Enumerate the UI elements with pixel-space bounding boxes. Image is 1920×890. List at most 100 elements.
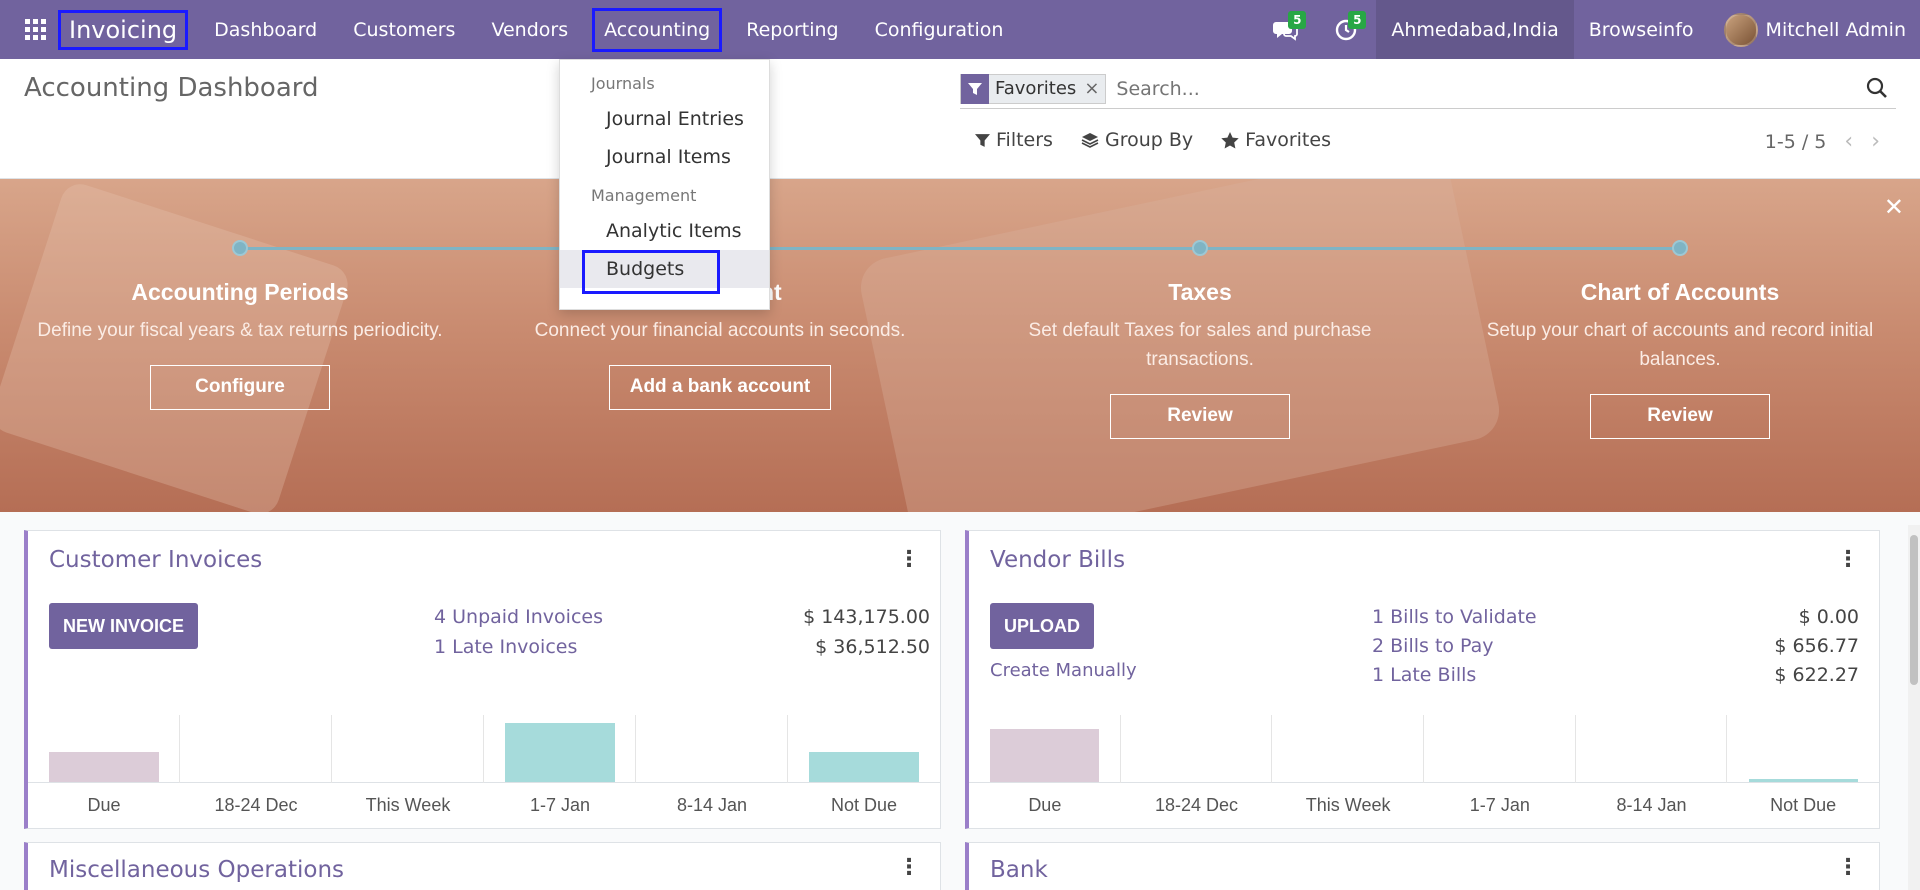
filters-button[interactable]: Filters [975, 129, 1053, 151]
bills-graph: Due 18-24 Dec This Week 1-7 Jan 8-14 Jan Not … [969, 715, 1879, 828]
menu-dashboard[interactable]: Dashboard [196, 0, 335, 59]
customer-invoices-card: Customer Invoices ⋮ NEW INVOICE 4 Unpaid… [24, 530, 941, 829]
card-title[interactable]: Miscellaneous Operations [49, 857, 344, 883]
kebab-menu-icon[interactable]: ⋮ [898, 547, 920, 572]
group-by-button[interactable]: Group By [1081, 129, 1193, 151]
group-by-label: Group By [1104, 129, 1194, 151]
menu-analytic-items[interactable]: Analytic Items [560, 212, 769, 250]
timeline-dot [232, 240, 248, 256]
user-avatar[interactable] [1723, 12, 1758, 47]
misc-operations-card: Miscellaneous Operations ⋮ [24, 842, 941, 890]
bills-to-pay-link[interactable]: 2 Bills to Pay [1372, 635, 1494, 657]
graph-area [28, 715, 940, 783]
website-link[interactable]: Browseinfo [1574, 19, 1709, 41]
graph-label: 18-24 Dec [1154, 795, 1239, 815]
scrollbar-thumb[interactable] [1910, 535, 1918, 685]
late-bills-link[interactable]: 1 Late Bills [1372, 664, 1476, 686]
graph-label: Due [87, 795, 121, 815]
late-invoices-amount: $ 36,512.50 [815, 636, 930, 658]
page-scrollbar[interactable] [1908, 525, 1920, 890]
graph-column [1727, 715, 1879, 783]
menu-configuration[interactable]: Configuration [857, 0, 1022, 59]
menu-customers[interactable]: Customers [335, 0, 473, 59]
late-invoices-link[interactable]: 1 Late Invoices [434, 636, 577, 658]
step-title: Chart of Accounts [1580, 279, 1780, 305]
messages-button[interactable]: 5 [1256, 0, 1316, 59]
review-chart-button[interactable]: Review [1590, 394, 1770, 439]
filter-icon [961, 73, 989, 104]
graph-label: 8-14 Jan [1616, 795, 1687, 815]
create-manually-link[interactable]: Create Manually [990, 660, 1137, 681]
graph-bar[interactable] [49, 752, 159, 782]
pager-previous-icon[interactable]: ‹ [1844, 129, 1853, 154]
facet-remove-icon[interactable]: × [1082, 78, 1105, 99]
graph-label: This Week [365, 795, 451, 815]
activities-button[interactable]: 5 [1316, 0, 1376, 59]
graph-label: 8-14 Jan [676, 795, 748, 815]
graph-bar[interactable] [990, 729, 1100, 782]
unpaid-invoices-link[interactable]: 4 Unpaid Invoices [434, 606, 603, 628]
search-input[interactable] [1116, 77, 1817, 100]
card-title[interactable]: Vendor Bills [990, 547, 1125, 573]
new-invoice-button[interactable]: NEW INVOICE [49, 603, 199, 649]
graph-label: Not Due [830, 795, 898, 815]
graph-labels: Due 18-24 Dec This Week 1-7 Jan 8-14 Jan Not … [28, 795, 940, 819]
dropdown-section-journals: Journals [591, 74, 655, 93]
graph-bar[interactable] [809, 752, 919, 782]
stat-row: 4 Unpaid Invoices $ 143,175.00 [434, 606, 930, 628]
close-icon[interactable]: ✕ [1884, 193, 1904, 221]
search-facet: Favorites × [960, 73, 1107, 104]
kebab-menu-icon[interactable]: ⋮ [1837, 855, 1859, 880]
search-bar: Favorites × [960, 69, 1896, 109]
user-menu[interactable]: Mitchell Admin [1766, 19, 1906, 41]
menu-vendors[interactable]: Vendors [473, 0, 586, 59]
kebab-menu-icon[interactable]: ⋮ [1837, 547, 1859, 572]
favorites-label: Favorites [1245, 129, 1331, 151]
graph-column [332, 715, 484, 783]
messages-badge: 5 [1288, 11, 1307, 29]
add-bank-account-button[interactable]: Add a bank account [608, 365, 832, 410]
card-title[interactable]: Bank [990, 857, 1048, 883]
step-title: Accounting Periods [131, 279, 349, 305]
top-navbar: Invoicing Dashboard Customers Vendors Ac… [0, 0, 1920, 59]
dropdown-section-management: Management [591, 186, 697, 205]
menu-journal-items[interactable]: Journal Items [560, 138, 769, 176]
graph-column [1424, 715, 1576, 783]
graph-column [180, 715, 332, 783]
late-bills-amount: $ 622.27 [1774, 664, 1859, 686]
app-brand[interactable]: Invoicing [58, 9, 189, 50]
pager-value[interactable]: 1-5 / 5 [1765, 131, 1827, 153]
favorites-button[interactable]: Favorites [1221, 129, 1331, 151]
layers-icon [1081, 133, 1099, 148]
graph-bar[interactable] [505, 722, 615, 782]
activities-badge: 5 [1348, 11, 1367, 29]
menu-journal-entries[interactable]: Journal Entries [560, 100, 769, 138]
review-taxes-button[interactable]: Review [1110, 394, 1290, 439]
menu-reporting[interactable]: Reporting [728, 0, 856, 59]
kebab-menu-icon[interactable]: ⋮ [898, 855, 920, 880]
search-panel-buttons: Filters Group By Favorites [975, 129, 1359, 151]
star-icon [1221, 131, 1239, 148]
graph-label: This Week [1305, 795, 1391, 815]
graph-column [1576, 715, 1728, 783]
bills-to-pay-amount: $ 656.77 [1774, 635, 1859, 657]
apps-grid-icon[interactable] [18, 12, 54, 48]
menu-budgets[interactable]: Budgets [560, 250, 769, 294]
pager-next-icon[interactable]: › [1871, 129, 1880, 154]
graph-label: 18-24 Dec [214, 795, 298, 815]
filter-icon [975, 133, 990, 147]
invoices-graph: Due 18-24 Dec This Week 1-7 Jan 8-14 Jan Not … [28, 715, 940, 828]
search-icon[interactable] [1866, 77, 1888, 99]
stat-row: 2 Bills to Pay $ 656.77 [1372, 635, 1859, 657]
upload-button[interactable]: UPLOAD [990, 603, 1094, 649]
bills-to-validate-link[interactable]: 1 Bills to Validate [1372, 606, 1537, 628]
step-description: Setup your chart of accounts and record … [1486, 320, 1874, 370]
company-switcher[interactable]: Ahmedabad,India [1376, 0, 1574, 59]
graph-bar[interactable] [1748, 778, 1858, 782]
card-title[interactable]: Customer Invoices [49, 547, 262, 573]
menu-accounting[interactable]: Accounting [592, 7, 723, 52]
step-title: Taxes [1168, 279, 1232, 305]
accounting-dropdown-menu: Journals Journal Entries Journal Items M… [559, 59, 770, 310]
graph-label: Due [1028, 795, 1062, 815]
configure-button[interactable]: Configure [150, 365, 330, 410]
